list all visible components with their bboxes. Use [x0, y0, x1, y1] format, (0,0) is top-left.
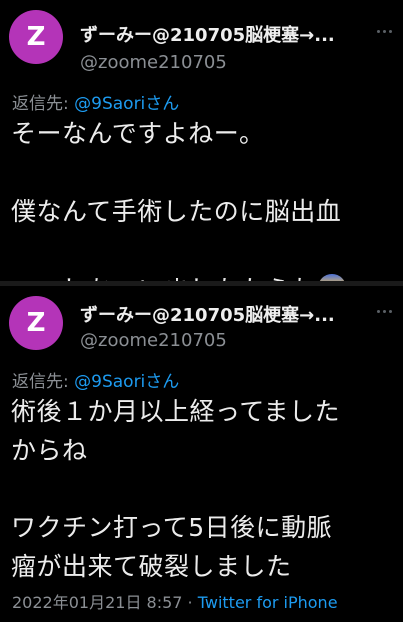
- tweet-text-line: ワクチン打って5日後に動脈: [11, 513, 333, 542]
- tweet-text-line: 僕なんて手術したのに脳出血: [11, 197, 342, 226]
- source-link[interactable]: Twitter for iPhone: [198, 593, 338, 612]
- more-options-icon[interactable]: [373, 300, 395, 322]
- user-handle[interactable]: @zoome210705: [80, 330, 227, 351]
- timestamp[interactable]: 2022年01月21日 8:57: [12, 593, 182, 612]
- reply-prefix: 返信先:: [12, 372, 75, 392]
- tweet-text-line: そーなんですよねー。: [11, 119, 265, 148]
- tweet-card-1[interactable]: Z ずーみー@210705脳梗塞→... @zoome210705 返信先: @…: [0, 0, 403, 304]
- display-name[interactable]: ずーみー@210705脳梗塞→...: [80, 21, 335, 47]
- reply-context: 返信先: @9Saoriさん: [12, 367, 179, 392]
- tweet-text-line: からね: [11, 436, 88, 465]
- user-handle[interactable]: @zoome210705: [80, 52, 227, 73]
- avatar[interactable]: Z: [9, 10, 63, 64]
- reply-context: 返信先: @9Saoriさん: [12, 89, 179, 114]
- reply-to-link[interactable]: @9Saoriさん: [74, 94, 179, 114]
- display-name[interactable]: ずーみー@210705脳梗塞→...: [80, 301, 335, 327]
- more-options-icon[interactable]: [373, 20, 395, 42]
- tweet-text-line: 術後１か月以上経ってました: [11, 397, 341, 426]
- reply-to-link[interactable]: @9Saoriさん: [74, 372, 179, 392]
- avatar[interactable]: Z: [9, 296, 63, 350]
- tweet-text-line: 瘤が出来て破裂しました: [11, 552, 292, 581]
- separator: ·: [182, 593, 198, 612]
- reply-prefix: 返信先:: [12, 94, 75, 114]
- tweet-card-2[interactable]: Z ずーみー@210705脳梗塞→... @zoome210705 返信先: @…: [0, 286, 403, 622]
- tweet-footer: 2022年01月21日 8:57 · Twitter for iPhone: [12, 589, 338, 613]
- tweet-thread: Z ずーみー@210705脳梗塞→... @zoome210705 返信先: @…: [0, 0, 403, 622]
